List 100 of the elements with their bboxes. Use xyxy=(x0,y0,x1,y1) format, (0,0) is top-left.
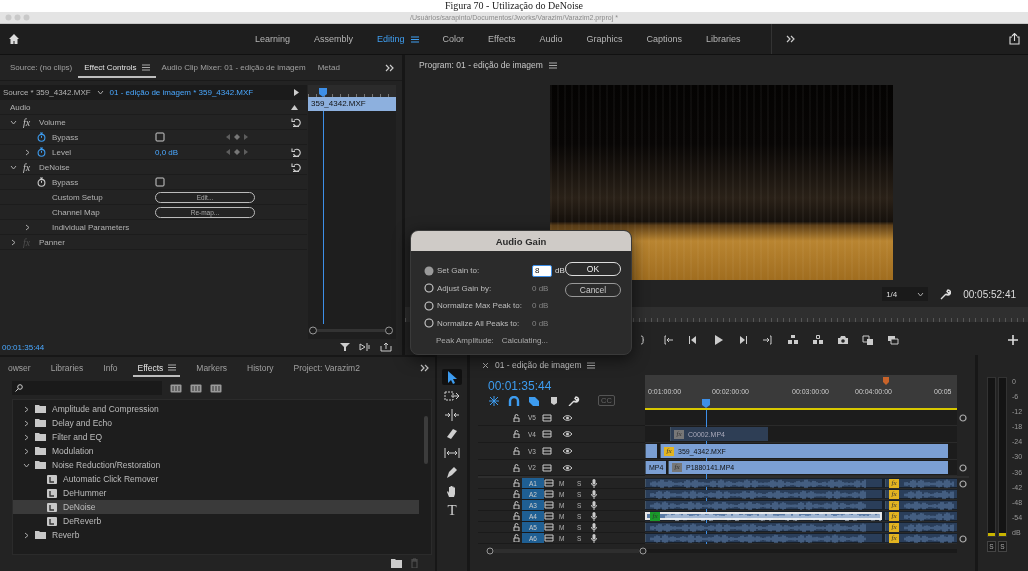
chevron-icon[interactable] xyxy=(24,223,31,231)
lock-icon[interactable] xyxy=(513,413,520,422)
clip-bar[interactable]: 359_4342.MXF xyxy=(308,97,396,111)
effect-filter-icon[interactable] xyxy=(210,383,222,393)
triangle-icon[interactable] xyxy=(294,89,299,96)
menu-icon[interactable] xyxy=(410,35,419,43)
checkbox[interactable] xyxy=(155,132,165,142)
zoom-scrollbar[interactable] xyxy=(308,326,394,335)
lock-icon[interactable] xyxy=(513,447,520,455)
resolution-dropdown[interactable]: 1/4 xyxy=(882,287,929,301)
panel-tab[interactable]: Effect Controls xyxy=(78,57,156,78)
lock-icon[interactable] xyxy=(513,512,520,520)
menu-icon[interactable] xyxy=(141,63,150,71)
gain-input-field[interactable]: 8 xyxy=(532,264,552,277)
nest-icon[interactable] xyxy=(488,395,500,406)
audio-clip[interactable] xyxy=(645,490,882,498)
panel-tab[interactable]: Info xyxy=(99,359,122,377)
lift-icon[interactable] xyxy=(787,335,799,345)
workspace-tab[interactable]: Audio xyxy=(527,30,575,48)
search-field[interactable] xyxy=(12,381,162,395)
lock-icon[interactable] xyxy=(513,479,520,487)
workspace-tab[interactable]: Assembly xyxy=(302,30,366,48)
chevron-icon[interactable] xyxy=(23,447,30,455)
tree-item[interactable]: Modulation xyxy=(35,444,419,458)
marker-icon[interactable] xyxy=(883,377,889,385)
panel-tab[interactable]: Markers xyxy=(192,359,231,377)
step-back-icon[interactable] xyxy=(687,335,699,345)
chevron-icon[interactable] xyxy=(10,163,17,171)
reset-icon[interactable] xyxy=(291,117,301,127)
panel-tab[interactable]: Effects xyxy=(133,359,181,377)
tool-button[interactable] xyxy=(442,369,462,385)
play-icon[interactable] xyxy=(712,335,724,345)
track-output-icon[interactable] xyxy=(542,463,552,472)
track-output-icon[interactable] xyxy=(542,413,552,422)
microphone-icon[interactable] xyxy=(591,489,597,499)
effect-filter-icon[interactable] xyxy=(170,383,182,393)
chevron-icon[interactable] xyxy=(24,148,31,156)
microphone-icon[interactable] xyxy=(591,500,597,510)
workspace-tab[interactable]: Effects xyxy=(476,30,528,48)
chevron-icon[interactable] xyxy=(23,461,30,469)
chevrons-icon[interactable] xyxy=(385,63,394,72)
panel-tab[interactable]: Audio Clip Mixer: 01 - edição de imagem xyxy=(155,57,312,78)
tree-item[interactable]: Reverb xyxy=(35,528,419,542)
loop-audio-icon[interactable] xyxy=(359,342,371,352)
radio-button[interactable] xyxy=(424,283,434,294)
panel-tab[interactable]: History xyxy=(243,359,278,377)
microphone-icon[interactable] xyxy=(591,533,597,543)
extract-icon[interactable] xyxy=(812,335,824,345)
new-bin-icon[interactable] xyxy=(391,558,402,568)
wrench-icon[interactable] xyxy=(940,288,952,300)
chevron-icon[interactable] xyxy=(23,405,30,413)
eye-icon[interactable] xyxy=(562,413,573,422)
workspace-tab[interactable]: Editing xyxy=(365,30,431,48)
lock-icon[interactable] xyxy=(513,463,520,472)
step-forward-icon[interactable] xyxy=(737,335,749,345)
track-output-icon[interactable] xyxy=(542,447,552,455)
chevron-icon[interactable] xyxy=(917,290,925,298)
marker-icon[interactable] xyxy=(548,395,560,406)
audio-clip[interactable] xyxy=(645,523,882,531)
tree-item[interactable]: DeReverb xyxy=(13,514,419,528)
tree-item[interactable]: Amplitude and Compression xyxy=(35,402,419,416)
share-icon[interactable] xyxy=(1009,33,1020,45)
close-icon[interactable] xyxy=(482,361,489,369)
go-to-out-icon[interactable] xyxy=(762,335,774,345)
lock-icon[interactable] xyxy=(513,523,520,531)
workspace-tab[interactable]: Graphics xyxy=(574,30,635,48)
chevron-icon[interactable] xyxy=(23,419,30,427)
eye-icon[interactable] xyxy=(562,447,573,455)
eye-icon[interactable] xyxy=(562,430,573,438)
tool-button[interactable]: T xyxy=(442,502,462,518)
stopwatch-icon[interactable] xyxy=(37,177,46,187)
tree-item[interactable]: Delay and Echo xyxy=(35,416,419,430)
workspace-tab[interactable]: Learning xyxy=(243,30,303,48)
panel-tab[interactable]: Libraries xyxy=(46,359,88,377)
tree-item[interactable]: Noise Reduction/Restoration xyxy=(35,458,419,472)
keyframe-navigator-icon[interactable] xyxy=(225,148,249,156)
checkbox[interactable] xyxy=(155,177,165,187)
workspace-tab[interactable]: Color xyxy=(430,30,477,48)
lock-icon[interactable] xyxy=(513,490,520,498)
linked-selection-icon[interactable] xyxy=(528,395,540,406)
filter-icon[interactable] xyxy=(340,342,350,352)
tree-item[interactable]: Automatic Click Remover xyxy=(13,472,419,486)
radio-button[interactable] xyxy=(424,318,434,329)
playhead-marker-icon[interactable] xyxy=(702,399,710,408)
chevrons-icon[interactable] xyxy=(420,364,429,372)
tree-item[interactable]: Filter and EQ xyxy=(35,430,419,444)
home-icon[interactable] xyxy=(8,33,20,45)
tool-button[interactable] xyxy=(442,388,462,404)
tree-item[interactable]: DeNoise xyxy=(13,500,419,514)
lock-icon[interactable] xyxy=(513,430,520,438)
panel-tab[interactable]: Source: (no clips) xyxy=(4,57,79,78)
add-icon[interactable] xyxy=(1008,335,1018,345)
reset-icon[interactable] xyxy=(291,162,301,172)
triangle-up-icon[interactable] xyxy=(291,104,298,110)
microphone-icon[interactable] xyxy=(591,522,597,532)
tree-item[interactable]: DeHummer xyxy=(13,486,419,500)
chevron-icon[interactable] xyxy=(23,531,30,539)
audio-clip[interactable] xyxy=(645,501,882,509)
track-handle-icon[interactable] xyxy=(959,534,967,543)
microphone-icon[interactable] xyxy=(591,511,597,521)
